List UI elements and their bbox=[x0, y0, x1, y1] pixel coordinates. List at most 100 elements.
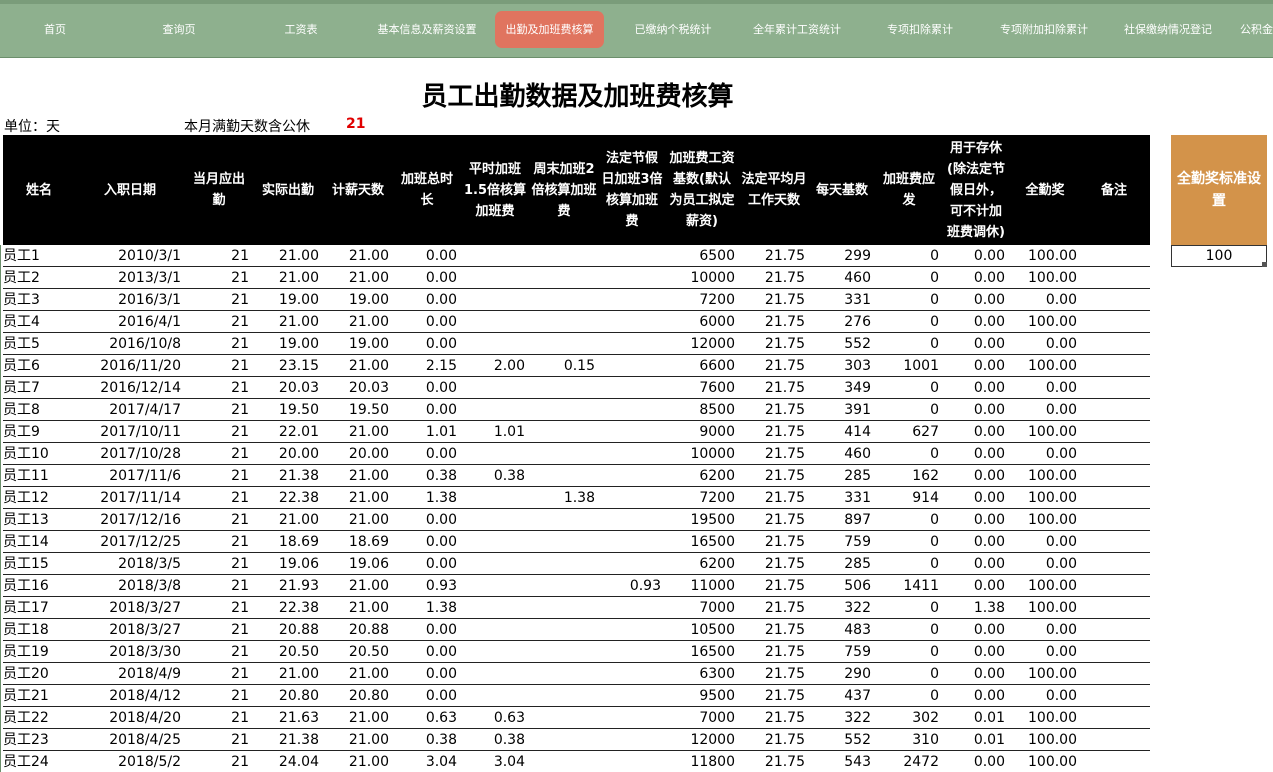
cell-ot-pay[interactable]: 0 bbox=[875, 267, 943, 289]
cell-name[interactable]: 员工23 bbox=[3, 729, 75, 751]
cell-hire-date[interactable]: 2017/10/28 bbox=[75, 443, 185, 465]
cell-required-days[interactable]: 21 bbox=[185, 267, 253, 289]
cell-required-days[interactable]: 21 bbox=[185, 707, 253, 729]
cell-hire-date[interactable]: 2016/11/20 bbox=[75, 355, 185, 377]
cell-weekday-ot[interactable] bbox=[461, 399, 529, 421]
cell-comp-leave[interactable]: 0.00 bbox=[943, 289, 1009, 311]
cell-actual-days[interactable]: 24.04 bbox=[253, 751, 323, 772]
cell-ot-base[interactable]: 6300 bbox=[665, 663, 739, 685]
cell-ot-pay[interactable]: 627 bbox=[875, 421, 943, 443]
cell-notes[interactable] bbox=[1081, 377, 1147, 399]
cell-notes[interactable] bbox=[1081, 465, 1147, 487]
cell-weekday-ot[interactable] bbox=[461, 487, 529, 509]
cell-holiday-ot[interactable] bbox=[599, 465, 665, 487]
cell-holiday-ot[interactable] bbox=[599, 245, 665, 267]
cell-hire-date[interactable]: 2018/3/30 bbox=[75, 641, 185, 663]
cell-weekday-ot[interactable] bbox=[461, 289, 529, 311]
cell-required-days[interactable]: 21 bbox=[185, 553, 253, 575]
cell-comp-leave[interactable]: 0.00 bbox=[943, 751, 1009, 772]
cell-fill-handle[interactable] bbox=[1262, 262, 1267, 267]
cell-actual-days[interactable]: 21.00 bbox=[253, 663, 323, 685]
cell-avg-work-days[interactable]: 21.75 bbox=[739, 729, 809, 751]
cell-holiday-ot[interactable] bbox=[599, 289, 665, 311]
cell-weekend-ot[interactable] bbox=[529, 311, 599, 333]
cell-name[interactable]: 员工5 bbox=[3, 333, 75, 355]
cell-actual-days[interactable]: 19.00 bbox=[253, 333, 323, 355]
cell-avg-work-days[interactable]: 21.75 bbox=[739, 685, 809, 707]
nav-basic-info[interactable]: 基本信息及薪资设置 bbox=[372, 11, 482, 48]
cell-ot-base[interactable]: 7600 bbox=[665, 377, 739, 399]
cell-ot-pay[interactable]: 162 bbox=[875, 465, 943, 487]
cell-required-days[interactable]: 21 bbox=[185, 597, 253, 619]
cell-avg-work-days[interactable]: 21.75 bbox=[739, 751, 809, 772]
cell-hire-date[interactable]: 2016/12/14 bbox=[75, 377, 185, 399]
cell-name[interactable]: 员工17 bbox=[3, 597, 75, 619]
cell-hire-date[interactable]: 2018/4/20 bbox=[75, 707, 185, 729]
cell-name[interactable]: 员工20 bbox=[3, 663, 75, 685]
cell-attendance-bonus[interactable]: 100.00 bbox=[1009, 245, 1081, 267]
cell-weekend-ot[interactable] bbox=[529, 553, 599, 575]
cell-paid-days[interactable]: 19.00 bbox=[323, 333, 393, 355]
cell-notes[interactable] bbox=[1081, 443, 1147, 465]
cell-ot-base[interactable]: 6000 bbox=[665, 311, 739, 333]
cell-avg-work-days[interactable]: 21.75 bbox=[739, 245, 809, 267]
cell-paid-days[interactable]: 20.03 bbox=[323, 377, 393, 399]
cell-daily-base[interactable]: 276 bbox=[809, 311, 875, 333]
cell-required-days[interactable]: 21 bbox=[185, 487, 253, 509]
cell-daily-base[interactable]: 552 bbox=[809, 729, 875, 751]
cell-comp-leave[interactable]: 0.00 bbox=[943, 267, 1009, 289]
cell-ot-pay[interactable]: 0 bbox=[875, 311, 943, 333]
cell-actual-days[interactable]: 23.15 bbox=[253, 355, 323, 377]
cell-comp-leave[interactable]: 0.00 bbox=[943, 641, 1009, 663]
cell-actual-days[interactable]: 21.00 bbox=[253, 509, 323, 531]
cell-holiday-ot[interactable] bbox=[599, 729, 665, 751]
cell-overtime-total[interactable]: 0.00 bbox=[393, 377, 461, 399]
cell-name[interactable]: 员工12 bbox=[3, 487, 75, 509]
cell-overtime-total[interactable]: 0.00 bbox=[393, 663, 461, 685]
cell-comp-leave[interactable]: 0.00 bbox=[943, 487, 1009, 509]
cell-weekend-ot[interactable] bbox=[529, 377, 599, 399]
cell-daily-base[interactable]: 460 bbox=[809, 443, 875, 465]
cell-attendance-bonus[interactable]: 100.00 bbox=[1009, 707, 1081, 729]
cell-hire-date[interactable]: 2018/3/5 bbox=[75, 553, 185, 575]
cell-overtime-total[interactable]: 0.38 bbox=[393, 729, 461, 751]
cell-attendance-bonus[interactable]: 0.00 bbox=[1009, 685, 1081, 707]
cell-ot-base[interactable]: 11800 bbox=[665, 751, 739, 772]
cell-weekday-ot[interactable] bbox=[461, 267, 529, 289]
cell-required-days[interactable]: 21 bbox=[185, 399, 253, 421]
cell-actual-days[interactable]: 20.50 bbox=[253, 641, 323, 663]
cell-overtime-total[interactable]: 0.00 bbox=[393, 333, 461, 355]
cell-ot-base[interactable]: 7200 bbox=[665, 487, 739, 509]
cell-weekend-ot[interactable] bbox=[529, 531, 599, 553]
cell-avg-work-days[interactable]: 21.75 bbox=[739, 487, 809, 509]
cell-attendance-bonus[interactable]: 100.00 bbox=[1009, 421, 1081, 443]
cell-weekday-ot[interactable] bbox=[461, 597, 529, 619]
cell-weekday-ot[interactable] bbox=[461, 575, 529, 597]
cell-hire-date[interactable]: 2017/11/14 bbox=[75, 487, 185, 509]
cell-ot-pay[interactable]: 1001 bbox=[875, 355, 943, 377]
cell-name[interactable]: 员工7 bbox=[3, 377, 75, 399]
cell-overtime-total[interactable]: 1.01 bbox=[393, 421, 461, 443]
cell-weekend-ot[interactable] bbox=[529, 245, 599, 267]
cell-ot-base[interactable]: 9000 bbox=[665, 421, 739, 443]
nav-housing-fund[interactable]: 公积金 bbox=[1240, 11, 1273, 48]
cell-ot-pay[interactable]: 0 bbox=[875, 443, 943, 465]
cell-name[interactable]: 员工18 bbox=[3, 619, 75, 641]
cell-daily-base[interactable]: 322 bbox=[809, 597, 875, 619]
cell-required-days[interactable]: 21 bbox=[185, 531, 253, 553]
cell-paid-days[interactable]: 21.00 bbox=[323, 267, 393, 289]
cell-ot-pay[interactable]: 0 bbox=[875, 641, 943, 663]
cell-overtime-total[interactable]: 1.38 bbox=[393, 597, 461, 619]
cell-attendance-bonus[interactable]: 100.00 bbox=[1009, 729, 1081, 751]
cell-daily-base[interactable]: 331 bbox=[809, 289, 875, 311]
cell-daily-base[interactable]: 897 bbox=[809, 509, 875, 531]
cell-actual-days[interactable]: 21.38 bbox=[253, 729, 323, 751]
cell-weekend-ot[interactable] bbox=[529, 729, 599, 751]
cell-weekend-ot[interactable] bbox=[529, 751, 599, 772]
cell-attendance-bonus[interactable]: 100.00 bbox=[1009, 663, 1081, 685]
cell-weekend-ot[interactable] bbox=[529, 399, 599, 421]
cell-ot-pay[interactable]: 302 bbox=[875, 707, 943, 729]
cell-paid-days[interactable]: 20.00 bbox=[323, 443, 393, 465]
cell-attendance-bonus[interactable]: 0.00 bbox=[1009, 333, 1081, 355]
cell-ot-base[interactable]: 6500 bbox=[665, 245, 739, 267]
